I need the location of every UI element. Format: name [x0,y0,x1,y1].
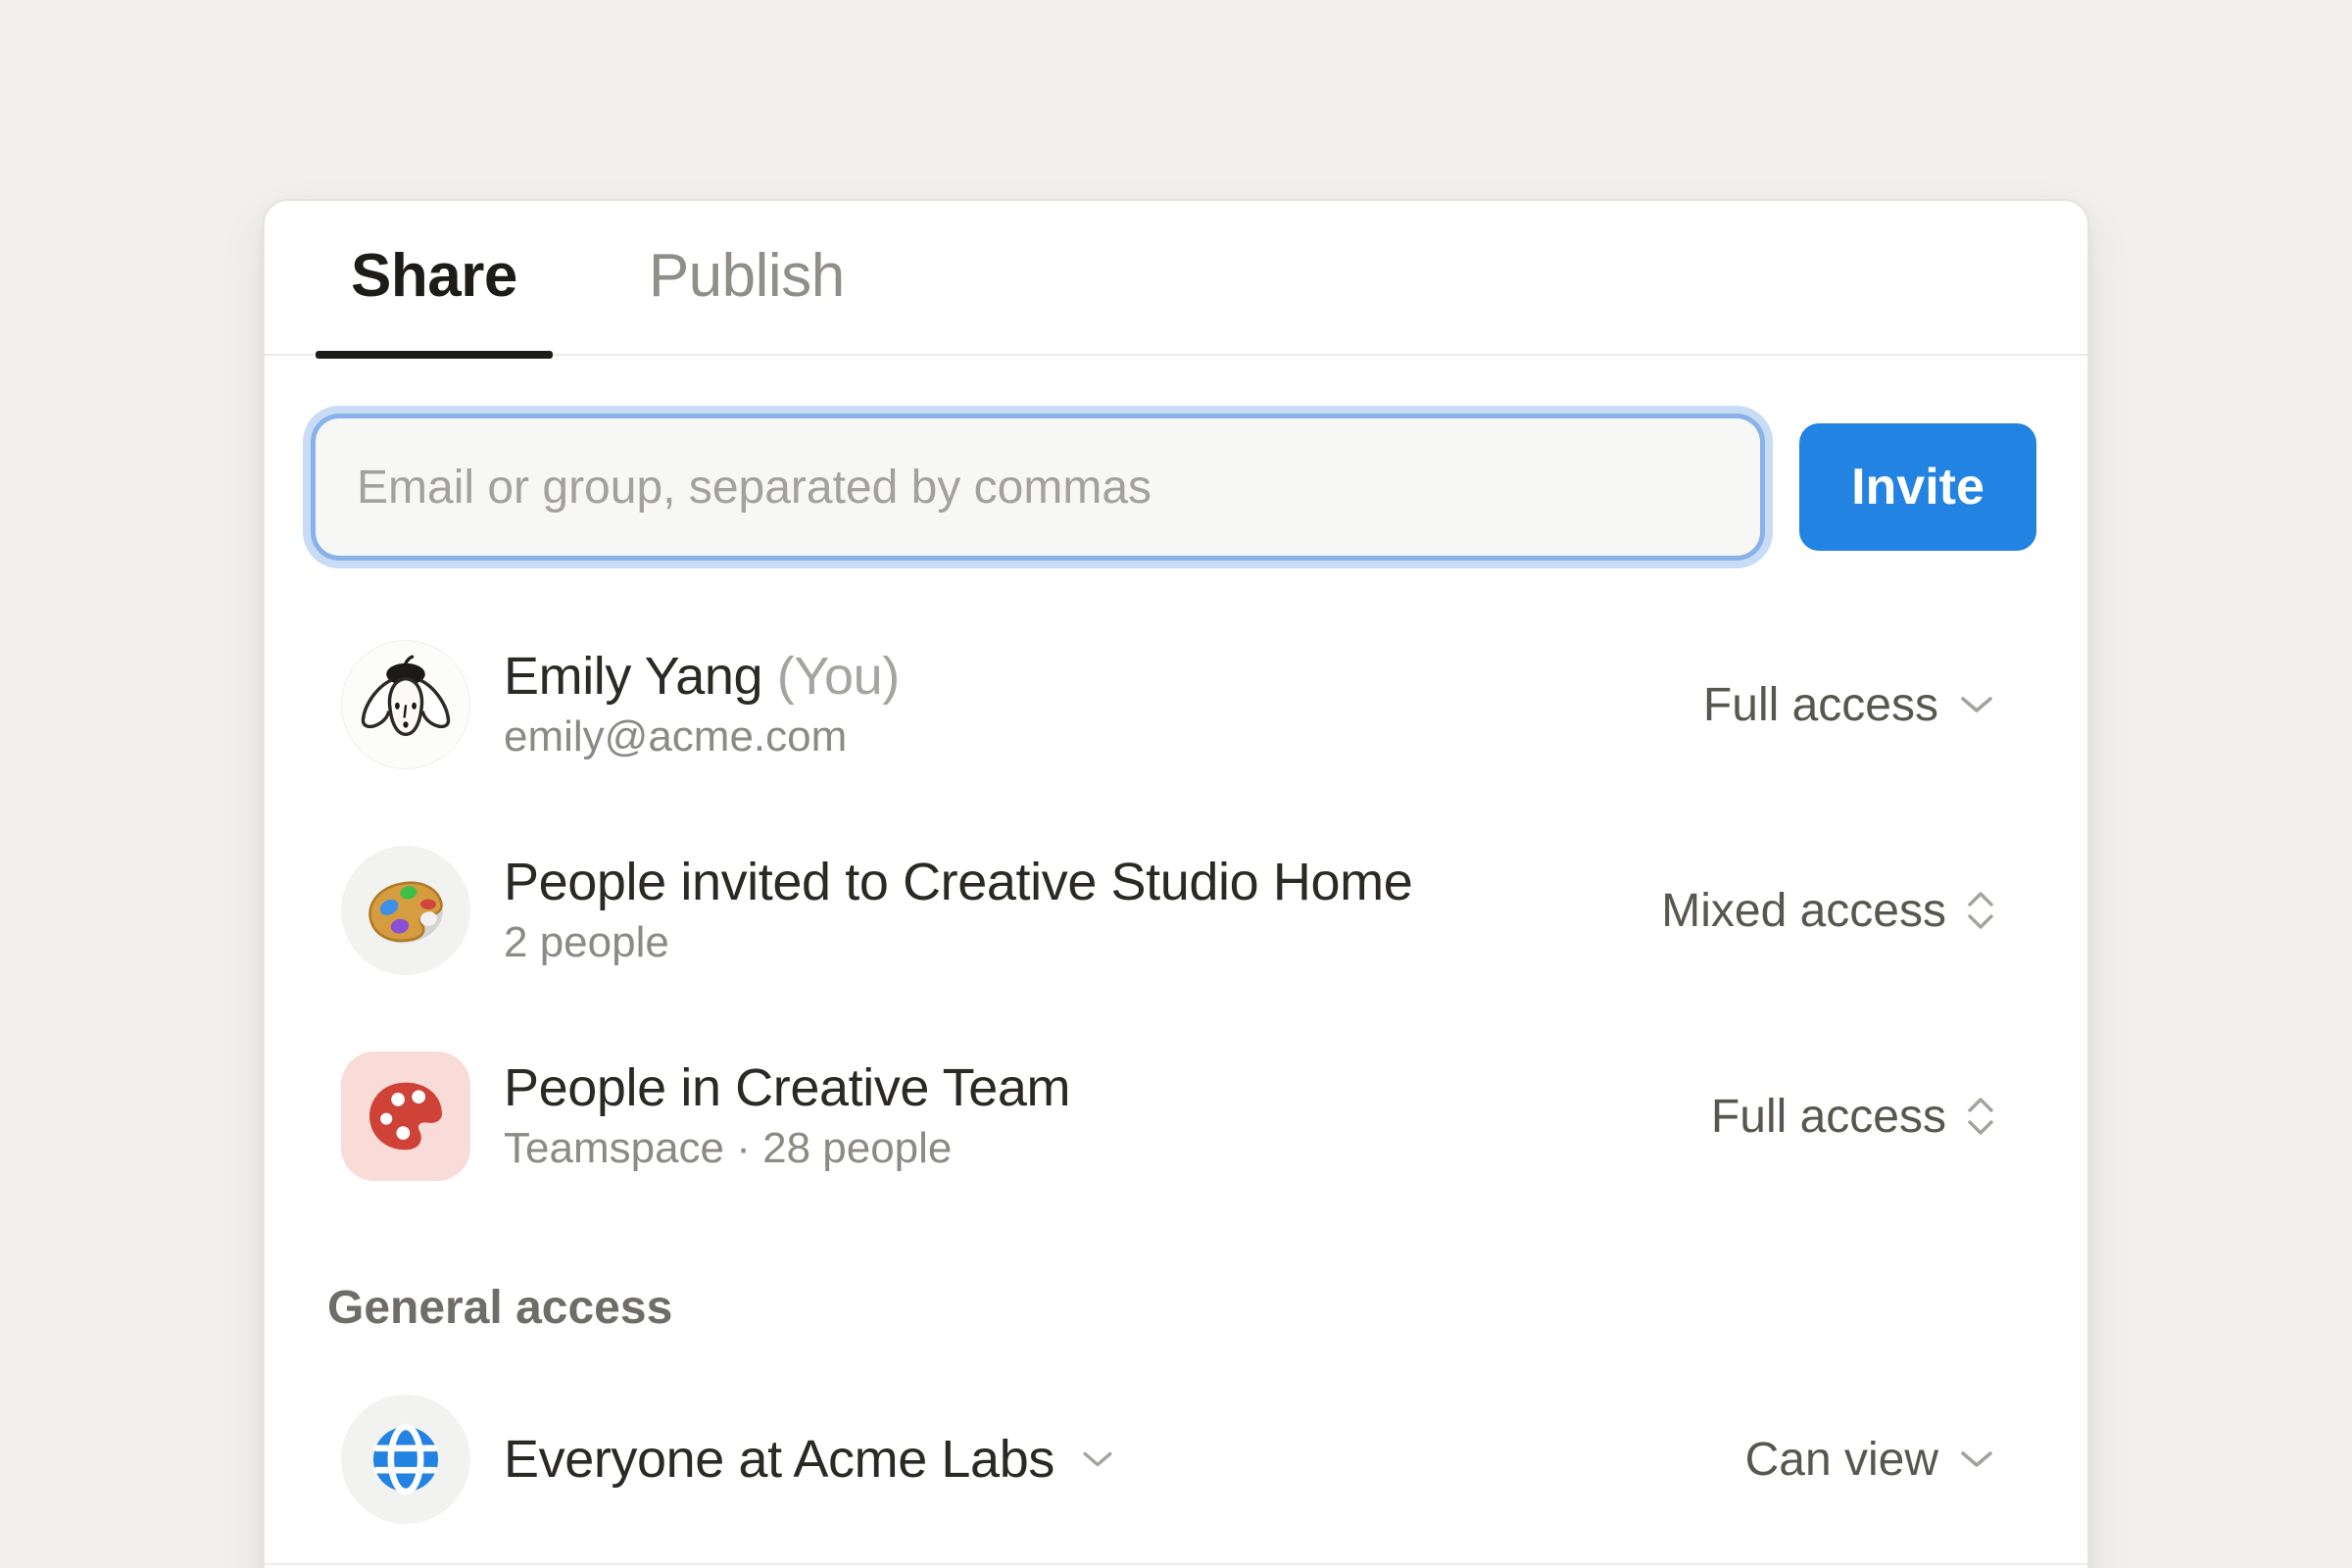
member-list: Emily Yang (You) emily@acme.com Full acc… [316,626,2036,1195]
member-name-text: People in Creative Team [504,1058,1070,1117]
member-info: People in Creative Team Teamspace · 28 p… [504,1055,1070,1177]
member-name-text: Emily Yang [504,647,762,706]
share-dialog: Share Publish Invite [263,199,2089,1568]
member-info: Emily Yang (You) emily@acme.com [504,644,900,765]
dialog-header: Share Publish [265,201,2087,356]
access-dropdown-emily[interactable]: Full access [1703,678,1995,732]
person-avatar-icon [341,640,470,769]
artist-palette-avatar [341,846,470,975]
dialog-tabs: Share Publish [316,241,880,354]
member-you-suffix: (You) [777,647,900,706]
general-access-heading: General access [327,1281,2036,1335]
red-palette-icon [341,1052,470,1181]
access-dropdown-everyone[interactable]: Can view [1745,1433,1995,1487]
member-email: emily@acme.com [504,709,900,765]
invite-email-input[interactable] [316,418,1760,556]
globe-avatar [341,1395,470,1524]
access-label: Full access [1703,678,1938,732]
general-access-scope-label: Everyone at Acme Labs [504,1427,1054,1492]
chevron-down-icon [1080,1448,1115,1470]
general-access-row: Everyone at Acme Labs Can view [341,1386,1995,1533]
invite-button[interactable]: Invite [1799,423,2036,551]
member-name: People in Creative Team [504,1055,1070,1120]
chevron-down-icon [1958,1447,1995,1471]
person-avatar [341,640,470,769]
member-name-text: People invited to Creative Studio Home [504,853,1412,911]
member-info: People invited to Creative Studio Home 2… [504,850,1412,971]
page-background: Share Publish Invite [0,0,2352,1568]
access-label: Can view [1745,1433,1938,1487]
member-count: Teamspace · 28 people [504,1120,1070,1177]
dialog-content: Invite [265,418,2087,1533]
member-name: People invited to Creative Studio Home [504,850,1412,914]
access-label: Full access [1711,1090,1946,1144]
member-name: Emily Yang (You) [504,644,900,709]
chevron-up-down-icon [1966,888,1995,933]
tab-publish[interactable]: Publish [613,241,880,354]
access-label: Mixed access [1661,884,1946,938]
member-count: 2 people [504,914,1412,971]
access-dropdown-creative-team[interactable]: Full access [1711,1090,1995,1144]
chevron-down-icon [1958,693,1995,716]
member-row-emily-yang: Emily Yang (You) emily@acme.com Full acc… [341,626,1995,783]
tab-share[interactable]: Share [316,241,553,354]
artist-palette-icon [341,846,470,975]
globe-icon [341,1395,470,1524]
general-access-scope-dropdown[interactable]: Everyone at Acme Labs [504,1427,1115,1492]
invite-bar: Invite [316,418,2036,556]
chevron-up-down-icon [1966,1094,1995,1139]
member-row-invited-group: People invited to Creative Studio Home 2… [341,832,1995,989]
teamspace-avatar [341,1052,470,1181]
access-dropdown-invited-group[interactable]: Mixed access [1661,884,1995,938]
member-row-creative-team: People in Creative Team Teamspace · 28 p… [341,1038,1995,1195]
